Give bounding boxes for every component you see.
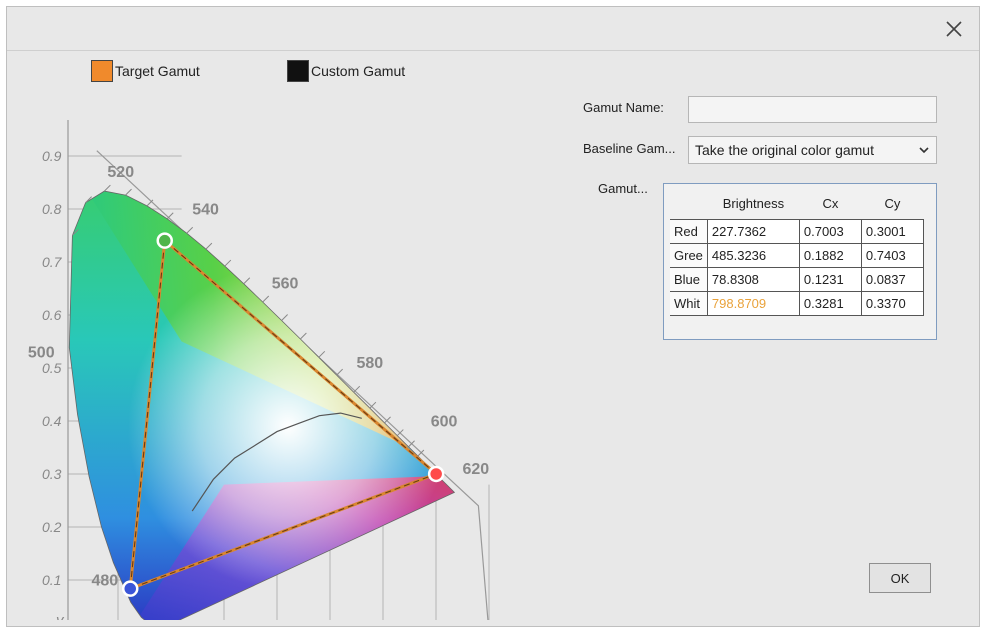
wavelength-label: 520 (107, 164, 134, 181)
table-row[interactable]: Whit 798.8709 0.3281 0.3370 (670, 291, 924, 316)
table-row[interactable]: Gree 485.3236 0.1882 0.7403 (670, 243, 924, 268)
cell-cx[interactable]: 0.3281 (798, 291, 862, 316)
wavelength-label: 580 (357, 355, 384, 372)
header-cy: Cy (884, 195, 901, 211)
gamut-table-panel: Brightness Cx Cy Red 227.7362 0.7003 0.3… (663, 183, 937, 340)
wavelength-label: 500 (28, 344, 55, 361)
cell-cx[interactable]: 0.1882 (798, 243, 862, 268)
wavelength-tick (353, 385, 361, 393)
y-axis-label: y (55, 612, 65, 620)
wavelength-tick (104, 184, 111, 192)
table-header-row: Brightness Cx Cy (670, 187, 923, 220)
header-blank (670, 187, 707, 220)
wavelength-tick (300, 332, 307, 340)
wavelength-tick (336, 368, 343, 376)
legend-target: Target Gamut (91, 60, 200, 82)
gamut-table-label: Gamut... (598, 181, 648, 196)
gamut-table: Brightness Cx Cy Red 227.7362 0.7003 0.3… (670, 187, 924, 316)
cell-cy[interactable]: 0.7403 (860, 243, 924, 268)
cell-cx[interactable]: 0.7003 (798, 219, 862, 244)
y-tick-label: 0.4 (42, 413, 62, 429)
baseline-gamut-label: Baseline Gam... (583, 141, 676, 156)
target-gamut-swatch (91, 60, 113, 82)
baseline-gamut-value: Take the original color gamut (695, 142, 874, 158)
wavelength-tick (186, 226, 194, 234)
wavelength-tick (243, 277, 251, 285)
header-cx: Cx (822, 195, 839, 211)
header-brightness: Brightness (722, 195, 785, 211)
chromaticity-chart[interactable]: 0.90.80.70.60.50.40.30.20.10.10.20.30.40… (28, 110, 528, 631)
wavelength-label: 480 (92, 572, 119, 589)
cell-brightness[interactable]: 78.8308 (706, 267, 800, 292)
title-bar (7, 7, 979, 51)
wavelength-label: 540 (192, 201, 219, 218)
y-tick-label: 0.5 (42, 360, 62, 376)
spectral-locus (68, 184, 456, 631)
cell-brightness[interactable]: 485.3236 (706, 243, 800, 268)
cell-cy[interactable]: 0.3370 (860, 291, 924, 316)
wavelength-label: 560 (272, 276, 299, 293)
table-row[interactable]: Red 227.7362 0.7003 0.3001 (670, 219, 924, 244)
wavelength-tick (224, 259, 232, 267)
target-gamut-label: Target Gamut (115, 63, 200, 79)
row-name-white: Whit (670, 291, 708, 316)
chevron-down-icon (919, 147, 929, 154)
primary-red-point[interactable] (427, 465, 445, 483)
chromaticity-svg: 0.90.80.70.60.50.40.30.20.10.10.20.30.40… (28, 120, 490, 631)
cell-cy[interactable]: 0.0837 (860, 267, 924, 292)
cell-cx[interactable]: 0.1231 (798, 267, 862, 292)
close-icon (946, 21, 962, 37)
row-name-green: Gree (670, 243, 708, 268)
white-region (69, 191, 455, 620)
table-row[interactable]: Blue 78.8308 0.1231 0.0837 (670, 267, 924, 292)
row-name-blue: Blue (670, 267, 708, 292)
legend-custom: Custom Gamut (287, 60, 405, 82)
wavelength-tick (318, 350, 326, 358)
cell-brightness-editing[interactable]: 798.8709 (706, 291, 800, 316)
y-tick-label: 0.8 (42, 201, 62, 217)
gamut-name-input[interactable] (688, 96, 937, 123)
wavelength-tick (125, 188, 132, 196)
cell-brightness[interactable]: 227.7362 (706, 219, 800, 244)
wavelength-label: 600 (431, 413, 458, 430)
wavelength-tick (205, 242, 213, 250)
custom-gamut-swatch (287, 60, 309, 82)
cell-cy[interactable]: 0.3001 (860, 219, 924, 244)
wavelength-tick (166, 212, 174, 220)
row-name-red: Red (670, 219, 708, 244)
y-tick-label: 0.7 (42, 254, 63, 270)
ok-button[interactable]: OK (869, 563, 931, 593)
locus-fill (69, 191, 455, 631)
wavelength-tick (281, 314, 288, 321)
wavelength-tick (262, 295, 270, 303)
y-tick-label: 0.2 (42, 519, 62, 535)
y-tick-label: 0.3 (42, 466, 62, 482)
y-tick-label: 0.6 (42, 307, 62, 323)
y-tick-label: 0.9 (42, 148, 62, 164)
wavelength-label: 620 (463, 461, 490, 478)
custom-gamut-label: Custom Gamut (311, 63, 406, 79)
primary-green-point[interactable] (156, 232, 173, 249)
baseline-gamut-select[interactable]: Take the original color gamut (688, 136, 937, 164)
gamut-name-label: Gamut Name: (583, 100, 664, 115)
primary-blue-point[interactable] (121, 580, 139, 597)
y-tick-label: 0.1 (42, 572, 61, 588)
close-button[interactable] (943, 18, 965, 40)
